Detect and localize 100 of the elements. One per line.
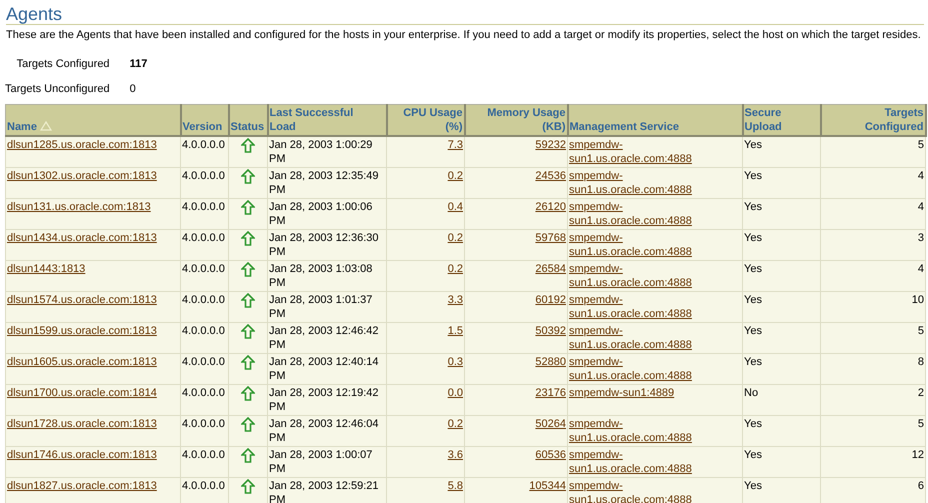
up-arrow-icon bbox=[241, 417, 255, 432]
last-load-text: Jan 28, 2003 12:36:30 PM bbox=[269, 232, 378, 258]
up-arrow-icon bbox=[241, 324, 255, 339]
version-text: 4.0.0.0.0 bbox=[182, 170, 225, 182]
secure-upload-text: Yes bbox=[744, 480, 762, 492]
up-arrow-icon bbox=[241, 293, 255, 308]
last-load-text: Jan 28, 2003 12:59:21 PM bbox=[269, 480, 378, 503]
sort-ascending-icon bbox=[40, 121, 52, 131]
targets-count-text: 6 bbox=[918, 480, 924, 492]
targets-count-text: 8 bbox=[918, 356, 924, 368]
memory-usage-link[interactable]: 105344 bbox=[529, 480, 566, 492]
summary-label: Targets Unconfigured bbox=[5, 82, 110, 96]
targets-count-text: 2 bbox=[918, 387, 924, 399]
up-arrow-icon bbox=[241, 262, 255, 277]
last-load-text: Jan 28, 2003 12:46:42 PM bbox=[269, 325, 378, 351]
version-text: 4.0.0.0.0 bbox=[182, 201, 225, 213]
column-header[interactable]: Status bbox=[228, 104, 268, 136]
memory-usage-link[interactable]: 60536 bbox=[535, 449, 566, 461]
secure-upload-text: Yes bbox=[744, 418, 762, 430]
targets-count-text: 5 bbox=[918, 418, 924, 430]
cpu-usage-link[interactable]: 0.0 bbox=[448, 387, 463, 399]
cpu-usage-link[interactable]: 0.2 bbox=[448, 170, 463, 182]
cpu-usage-link[interactable]: 0.2 bbox=[448, 418, 463, 430]
version-text: 4.0.0.0.0 bbox=[182, 480, 225, 492]
last-load-text: Jan 28, 2003 12:40:14 PM bbox=[269, 356, 378, 382]
last-load-text: Jan 28, 2003 1:00:06 PM bbox=[269, 201, 372, 227]
memory-usage-link[interactable]: 50264 bbox=[535, 418, 566, 430]
column-header[interactable]: Targets Configured bbox=[820, 104, 926, 136]
targets-count-text: 4 bbox=[918, 201, 924, 213]
column-header[interactable]: Last Successful Load bbox=[268, 104, 386, 136]
summary-value: 0 bbox=[130, 82, 137, 96]
version-text: 4.0.0.0.0 bbox=[182, 294, 225, 306]
version-text: 4.0.0.0.0 bbox=[182, 232, 225, 244]
secure-upload-text: Yes bbox=[744, 263, 762, 275]
cpu-usage-link[interactable]: 7.3 bbox=[448, 139, 463, 151]
memory-usage-link[interactable]: 26120 bbox=[535, 201, 566, 213]
secure-upload-text: Yes bbox=[744, 170, 762, 182]
page-title: Agents bbox=[6, 4, 64, 24]
cpu-usage-link[interactable]: 3.3 bbox=[448, 294, 463, 306]
up-arrow-icon bbox=[241, 138, 255, 153]
column-header[interactable]: Memory Usage (KB) bbox=[464, 104, 568, 136]
version-text: 4.0.0.0.0 bbox=[182, 263, 225, 275]
last-load-text: Jan 28, 2003 1:01:37 PM bbox=[269, 294, 372, 320]
memory-usage-link[interactable]: 24536 bbox=[535, 170, 566, 182]
cpu-usage-link[interactable]: 1.5 bbox=[448, 325, 463, 337]
targets-count-text: 4 bbox=[918, 263, 924, 275]
last-load-text: Jan 28, 2003 12:46:04 PM bbox=[269, 418, 378, 444]
secure-upload-text: Yes bbox=[744, 139, 762, 151]
up-arrow-icon bbox=[241, 479, 255, 494]
secure-upload-text: Yes bbox=[744, 356, 762, 368]
cpu-usage-link[interactable]: 5.8 bbox=[448, 480, 463, 492]
last-load-text: Jan 28, 2003 12:35:49 PM bbox=[269, 170, 378, 196]
column-header[interactable]: Version bbox=[180, 104, 228, 136]
version-text: 4.0.0.0.0 bbox=[182, 387, 225, 399]
secure-upload-text: Yes bbox=[744, 325, 762, 337]
memory-usage-link[interactable]: 26584 bbox=[535, 263, 566, 275]
memory-usage-link[interactable]: 23176 bbox=[535, 387, 566, 399]
up-arrow-icon bbox=[241, 448, 255, 463]
memory-usage-link[interactable]: 52880 bbox=[535, 356, 566, 368]
cpu-usage-link[interactable]: 0.4 bbox=[448, 201, 463, 213]
targets-count-text: 3 bbox=[918, 232, 924, 244]
summary-label: Targets Configured bbox=[16, 57, 110, 72]
targets-count-text: 5 bbox=[918, 325, 924, 337]
memory-usage-link[interactable]: 50392 bbox=[535, 325, 566, 337]
up-arrow-icon bbox=[241, 355, 255, 370]
secure-upload-text: Yes bbox=[744, 232, 762, 244]
column-header[interactable]: CPU Usage (%) bbox=[386, 104, 464, 136]
memory-usage-link[interactable]: 59232 bbox=[535, 139, 566, 151]
cpu-usage-link[interactable]: 3.6 bbox=[448, 449, 463, 461]
targets-count-text: 10 bbox=[912, 294, 924, 306]
cpu-usage-link[interactable]: 0.3 bbox=[448, 356, 463, 368]
version-text: 4.0.0.0.0 bbox=[182, 418, 225, 430]
up-arrow-icon bbox=[241, 200, 255, 215]
targets-count-text: 12 bbox=[912, 449, 924, 461]
secure-upload-text: Yes bbox=[744, 449, 762, 461]
last-load-text: Jan 28, 2003 1:00:07 PM bbox=[269, 449, 372, 475]
cpu-usage-link[interactable]: 0.2 bbox=[448, 232, 463, 244]
column-header[interactable]: Secure Upload bbox=[742, 104, 820, 136]
secure-upload-text: Yes bbox=[744, 294, 762, 306]
column-header[interactable]: Name bbox=[6, 104, 180, 136]
last-load-text: Jan 28, 2003 12:19:42 PM bbox=[269, 387, 378, 413]
memory-usage-link[interactable]: 59768 bbox=[535, 232, 566, 244]
secure-upload-text: No bbox=[744, 387, 758, 399]
agent-link[interactable]: dlsun1443:1813 bbox=[7, 263, 86, 275]
summary-value: 117 bbox=[130, 57, 148, 72]
last-load-text: Jan 28, 2003 1:00:29 PM bbox=[269, 139, 372, 165]
secure-upload-text: Yes bbox=[744, 201, 762, 213]
last-load-text: Jan 28, 2003 1:03:08 PM bbox=[269, 263, 372, 289]
targets-count-text: 5 bbox=[918, 139, 924, 151]
page-description: These are the Agents that have been installed and configured for the hosts in your enterprise. If you need to add a target or modify its properties, select the host on which the target resides. bbox=[6, 28, 922, 42]
memory-usage-link[interactable]: 60192 bbox=[535, 294, 566, 306]
column-header[interactable]: Management Service bbox=[568, 104, 742, 136]
cpu-usage-link[interactable]: 0.2 bbox=[448, 263, 463, 275]
up-arrow-icon bbox=[241, 386, 255, 401]
version-text: 4.0.0.0.0 bbox=[182, 356, 225, 368]
version-text: 4.0.0.0.0 bbox=[182, 325, 225, 337]
version-text: 4.0.0.0.0 bbox=[182, 139, 225, 151]
up-arrow-icon bbox=[241, 169, 255, 184]
targets-count-text: 4 bbox=[918, 170, 924, 182]
up-arrow-icon bbox=[241, 231, 255, 246]
